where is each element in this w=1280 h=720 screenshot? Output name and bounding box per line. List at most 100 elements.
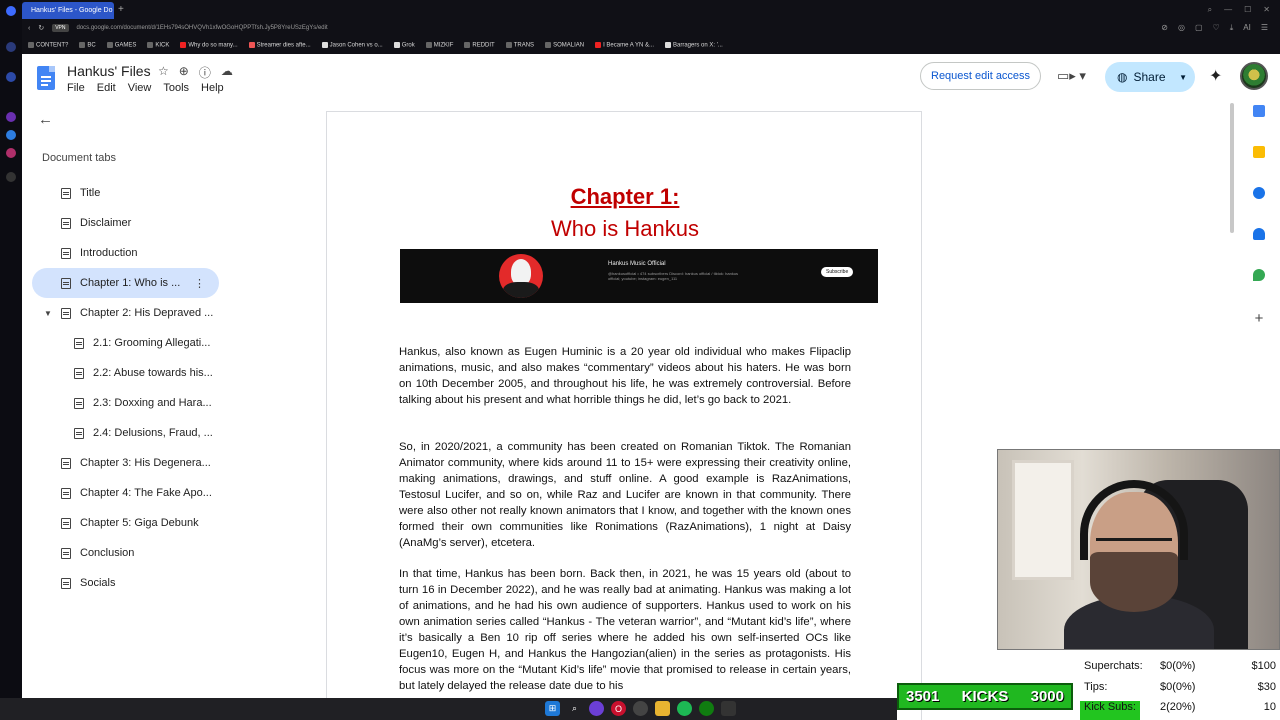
- info-icon[interactable]: ⓘ: [199, 64, 211, 81]
- sidebar-app-icon[interactable]: [6, 172, 16, 182]
- new-tab-button[interactable]: +: [118, 4, 124, 15]
- file-explorer-icon[interactable]: [655, 701, 670, 716]
- keep-icon[interactable]: [1253, 146, 1265, 158]
- bookmark-item[interactable]: REDDIT: [464, 42, 495, 49]
- tab-2-1[interactable]: 2.1: Grooming Allegati...: [32, 328, 222, 358]
- cloud-status-icon[interactable]: ☁: [221, 64, 233, 81]
- chevron-down-icon[interactable]: ▼: [1179, 73, 1187, 82]
- address-bar: ‹ ↻ VPN docs.google.com/document/d/1EHs7…: [22, 19, 1280, 37]
- maximize-icon[interactable]: ☐: [1244, 5, 1251, 15]
- reload-icon[interactable]: ↻: [38, 24, 44, 32]
- bookmark-item[interactable]: Jason Cohen vs o...: [321, 42, 383, 49]
- app-icon[interactable]: [589, 701, 604, 716]
- url-field[interactable]: docs.google.com/document/d/1EHs794sOHVQV…: [77, 25, 328, 31]
- sidebar-app-icon[interactable]: [6, 72, 16, 82]
- spotify-icon[interactable]: [677, 701, 692, 716]
- snapshot-icon[interactable]: ▢: [1195, 23, 1203, 33]
- folder-icon: [464, 42, 471, 49]
- meet-icon[interactable]: ▭▸ ▾: [1057, 68, 1086, 84]
- close-icon[interactable]: ✕: [1263, 5, 1270, 15]
- browser-tab-title: Hankus' Files - Google Do: [31, 7, 113, 14]
- xbox-icon[interactable]: [699, 701, 714, 716]
- bookmark-item[interactable]: Barragers on X: '...: [665, 42, 723, 49]
- minimize-icon[interactable]: —: [1224, 5, 1232, 15]
- search-icon[interactable]: ⌕: [567, 701, 582, 716]
- channel-avatar: [499, 254, 543, 298]
- youtube-icon: [180, 42, 187, 49]
- tab-introduction[interactable]: Introduction: [32, 238, 222, 268]
- request-edit-access-button[interactable]: Request edit access: [920, 62, 1042, 90]
- share-button[interactable]: ◍ Share ▼: [1105, 62, 1195, 92]
- bookmark-item[interactable]: TRANS: [505, 42, 534, 49]
- add-addon-icon[interactable]: +: [1247, 310, 1271, 327]
- ad-block-icon[interactable]: ⊘: [1161, 23, 1168, 33]
- bookmark-item[interactable]: CONTENT?: [28, 42, 68, 49]
- menu-view[interactable]: View: [128, 82, 152, 94]
- tab-chapter-2[interactable]: ▼ Chapter 2: His Depraved ...: [32, 298, 222, 328]
- obs-icon[interactable]: [633, 701, 648, 716]
- bookmark-item[interactable]: MIZKIF: [425, 42, 453, 49]
- bookmark-item[interactable]: SOMALIAN: [545, 42, 584, 49]
- contacts-icon[interactable]: [1253, 228, 1265, 240]
- folder-icon: [505, 42, 512, 49]
- aria-ai-icon[interactable]: AI: [1243, 23, 1251, 33]
- document-title[interactable]: Hankus' Files: [67, 63, 151, 79]
- menu-edit[interactable]: Edit: [97, 82, 116, 94]
- search-tabs-icon[interactable]: ⌕: [1208, 5, 1212, 15]
- avatar[interactable]: [1240, 62, 1268, 90]
- tab-socials[interactable]: Socials: [32, 568, 222, 598]
- collapse-arrow-icon[interactable]: ▼: [44, 309, 52, 318]
- lens-icon[interactable]: ◎: [1178, 23, 1185, 33]
- browser-tab[interactable]: Hankus' Files - Google Do: [22, 2, 114, 19]
- download-icon[interactable]: ⤓: [1230, 23, 1234, 33]
- google-docs-logo-icon[interactable]: [37, 66, 55, 90]
- back-icon[interactable]: ‹: [28, 25, 30, 32]
- sidebar-app-icon[interactable]: [6, 112, 16, 122]
- opera-icon[interactable]: O: [611, 701, 626, 716]
- bookmark-item[interactable]: KICK: [147, 42, 169, 49]
- menu-file[interactable]: File: [67, 82, 85, 94]
- menu-tools[interactable]: Tools: [163, 82, 189, 94]
- bookmark-item[interactable]: Grok: [393, 42, 415, 49]
- terminal-icon[interactable]: [721, 701, 736, 716]
- tasks-icon[interactable]: [1253, 187, 1265, 199]
- messenger-icon[interactable]: [6, 130, 16, 140]
- document-icon: [74, 337, 84, 349]
- tab-title[interactable]: Title: [32, 178, 222, 208]
- windows-start-icon[interactable]: ⊞: [545, 701, 560, 716]
- document-page[interactable]: Chapter 1: Who is Hankus Hankus Music Of…: [326, 111, 922, 720]
- document-icon: [61, 247, 71, 259]
- calendar-icon[interactable]: [1253, 105, 1265, 117]
- maps-icon[interactable]: [1253, 269, 1265, 281]
- scrollbar[interactable]: [1230, 103, 1234, 233]
- folder-icon: [545, 42, 552, 49]
- tab-2-3[interactable]: 2.3: Doxxing and Hara...: [32, 388, 222, 418]
- tab-2-4[interactable]: 2.4: Delusions, Fraud, ...: [32, 418, 222, 448]
- sidebar-app-icon[interactable]: [6, 42, 16, 52]
- tab-2-2[interactable]: 2.2: Abuse towards his...: [32, 358, 222, 388]
- star-icon[interactable]: ☆: [158, 64, 169, 81]
- bookmark-item[interactable]: BC: [79, 42, 96, 49]
- menu-icon[interactable]: ☰: [1261, 23, 1268, 33]
- tab-chapter-3[interactable]: Chapter 3: His Degenera...: [32, 448, 222, 478]
- opera-icon[interactable]: [6, 6, 16, 16]
- channel-name: Hankus Music Official: [608, 261, 666, 267]
- heart-icon[interactable]: ♡: [1213, 23, 1220, 33]
- tab-disclaimer[interactable]: Disclaimer: [32, 208, 222, 238]
- tab-chapter-4[interactable]: Chapter 4: The Fake Apo...: [32, 478, 222, 508]
- vpn-badge[interactable]: VPN: [52, 24, 69, 32]
- gemini-icon[interactable]: ✦: [1209, 66, 1222, 86]
- menu-help[interactable]: Help: [201, 82, 224, 94]
- bookmark-item[interactable]: GAMES: [106, 42, 136, 49]
- back-arrow-icon[interactable]: ←: [38, 111, 53, 128]
- tab-chapter-1[interactable]: Chapter 1: Who is ... ⋮: [32, 268, 219, 298]
- instagram-icon[interactable]: [6, 148, 16, 158]
- bookmark-item[interactable]: Why do so many...: [180, 42, 238, 49]
- tab-chapter-5[interactable]: Chapter 5: Giga Debunk: [32, 508, 222, 538]
- bookmark-item[interactable]: Streamer dies afte...: [248, 42, 311, 49]
- bookmark-item[interactable]: I Became A YN &...: [595, 42, 654, 49]
- globe-icon: ◍: [1117, 70, 1128, 84]
- more-options-icon[interactable]: ⋮: [194, 277, 205, 290]
- tab-conclusion[interactable]: Conclusion: [32, 538, 222, 568]
- shortcut-icon[interactable]: ⊕: [179, 64, 189, 81]
